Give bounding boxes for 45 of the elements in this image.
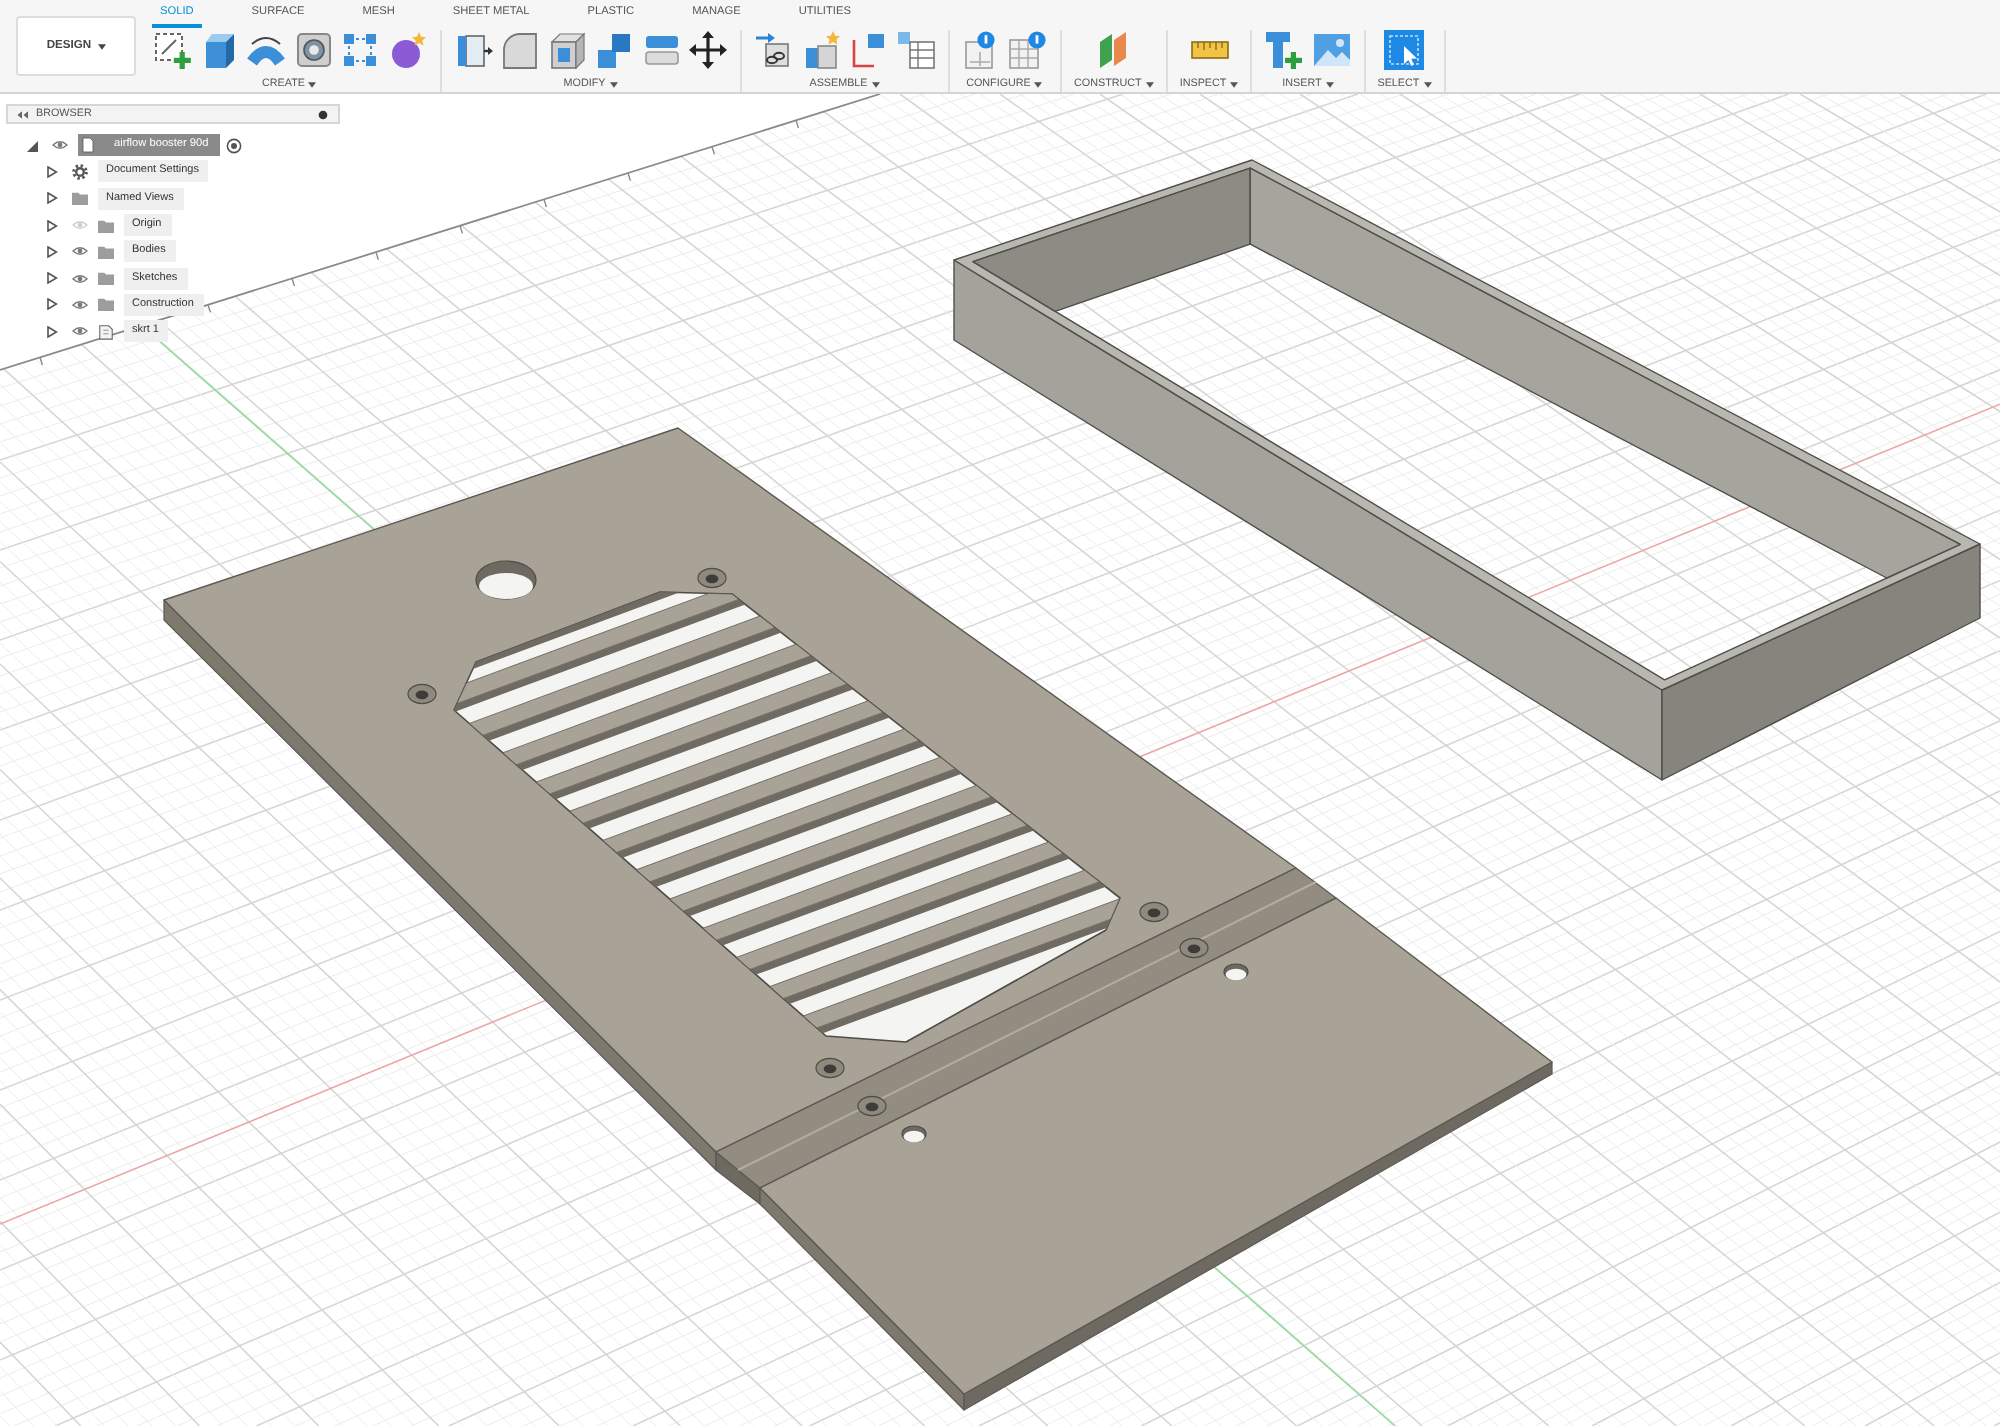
expand-triangle-icon[interactable] [46,192,58,205]
document-icon [78,134,98,157]
eye-icon[interactable] [72,326,88,337]
radio-target-icon[interactable] [226,137,243,154]
move-arrows-icon[interactable] [688,30,728,70]
box-hole-icon[interactable] [293,30,333,70]
flag-corner-icon[interactable] [848,30,888,70]
table-pin-icon[interactable] [1008,30,1048,70]
dot-icon[interactable] [318,109,328,119]
box-star-icon[interactable] [801,30,841,70]
dot-pattern-icon[interactable] [340,30,380,70]
eye-icon[interactable] [72,273,88,284]
gear-icon [72,163,88,180]
caret-icon [1325,82,1334,88]
hollow-box-icon[interactable] [547,30,587,70]
image-icon[interactable] [1311,30,1352,70]
sphere-star-icon[interactable] [387,30,427,70]
caret-icon [1145,82,1154,88]
expand-triangle-icon[interactable] [46,298,58,311]
caret-icon [1034,82,1043,88]
cursor-square-icon[interactable] [1384,30,1425,70]
expand-triangle-icon[interactable] [46,272,58,285]
double-chevron-icon[interactable] [16,109,28,119]
expand-triangle-icon[interactable] [46,219,58,232]
eye-icon[interactable] [72,299,88,310]
eye-icon[interactable] [52,140,68,151]
t-plus-icon[interactable] [1264,30,1305,70]
expand-triangle-icon[interactable] [46,245,58,258]
box-arrow-icon[interactable] [453,30,493,70]
expand-triangle-icon[interactable] [46,165,58,178]
expand-triangle-icon[interactable] [26,139,38,152]
table-icon[interactable] [895,30,935,70]
caret-icon [609,82,618,88]
rounded-corner-icon[interactable] [500,30,540,70]
caret-icon [308,82,317,88]
expand-triangle-icon[interactable] [46,325,58,338]
eye-icon[interactable] [72,246,88,257]
caret-icon [97,43,106,49]
stacked-cubes-icon[interactable] [594,30,634,70]
box-link-icon[interactable] [754,30,794,70]
caret-icon [871,82,880,88]
caret-icon [1230,82,1239,88]
caret-icon [1423,82,1432,88]
document-outline-icon [98,323,114,340]
sketch-plus-icon[interactable] [152,30,192,70]
